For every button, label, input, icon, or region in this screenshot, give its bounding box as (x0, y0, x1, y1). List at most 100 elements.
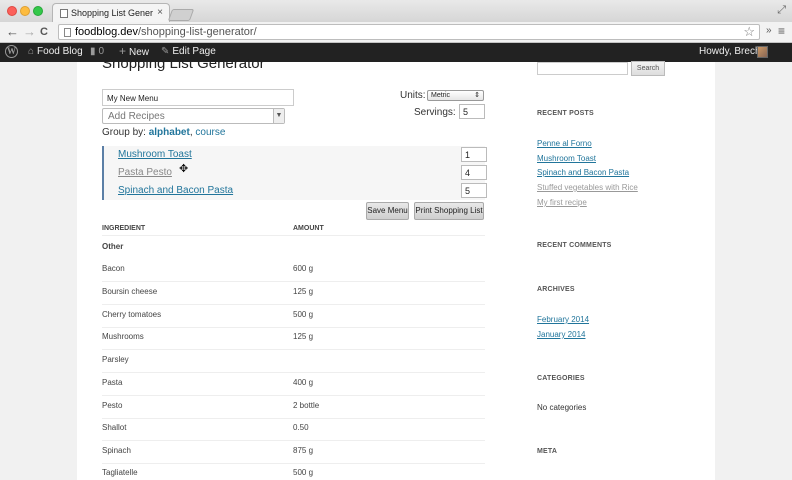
close-window-button[interactable] (7, 6, 17, 16)
recent-post-link[interactable]: My first recipe (537, 198, 587, 207)
ingredient-amount: 500 g (293, 468, 314, 477)
recipe-quantity-input[interactable]: 4 (461, 165, 487, 180)
no-categories-text: No categories (537, 403, 587, 412)
table-row: Parsley (102, 351, 485, 373)
ingredient-amount: 400 g (293, 378, 314, 387)
ingredient-amount: 2 bottle (293, 401, 320, 410)
howdy-label: Howdy, Brecht (699, 46, 764, 57)
recent-post-link[interactable]: Stuffed vegetables with Rice (537, 183, 638, 192)
wordpress-logo-icon[interactable]: W (5, 45, 18, 58)
ingredient-amount: 125 g (293, 287, 314, 296)
account-menu[interactable]: Howdy, Brecht (699, 46, 763, 57)
tab-close-icon[interactable]: × (157, 7, 163, 18)
ingredient-name: Shallot (102, 423, 127, 432)
ingredient-amount: 125 g (293, 332, 314, 341)
url-host: foodblog.dev (75, 26, 138, 38)
ingredients-table-header: INGREDIENT AMOUNT (102, 223, 485, 236)
avatar[interactable] (757, 46, 768, 58)
table-row: Mushrooms 125 g (102, 328, 485, 350)
units-value: Metric (431, 92, 451, 99)
servings-input[interactable]: 5 (459, 104, 485, 119)
home-icon: ⌂ (28, 46, 35, 57)
ingredient-name: Pesto (102, 401, 123, 410)
amount-column-header: AMOUNT (293, 225, 324, 232)
table-row: Bacon 600 g (102, 260, 485, 282)
table-row: Tagliatelle 500 g (102, 464, 485, 480)
ingredient-name: Pasta (102, 378, 123, 387)
minimize-window-button[interactable] (20, 6, 30, 16)
page-favicon-icon (60, 9, 68, 18)
forward-button[interactable]: → (23, 25, 36, 39)
group-by-label: Group by: (102, 127, 146, 138)
ingredient-column-header: INGREDIENT (102, 225, 146, 232)
recipe-quantity-input[interactable]: 5 (461, 183, 487, 198)
move-cursor-icon: ✥ (179, 163, 189, 175)
comment-bubble-icon: ▮ (90, 46, 96, 57)
sidebar-search-button[interactable]: Search (631, 61, 665, 76)
group-by: Group by: alphabet, course (102, 127, 225, 138)
table-row: Pesto 2 bottle (102, 397, 485, 419)
archive-link[interactable]: January 2014 (537, 330, 585, 339)
print-shopping-list-button[interactable]: Print Shopping List (414, 202, 484, 220)
tab-title: Shopping List Generator | Fo (71, 8, 153, 18)
ingredient-name: Boursin cheese (102, 287, 158, 296)
table-row: Pasta 400 g (102, 374, 485, 396)
url-text: foodblog.dev/shopping-list-generator/ (75, 26, 257, 38)
bookmark-star-icon[interactable]: ☆ (743, 24, 755, 40)
ingredient-amount: 600 g (293, 264, 314, 273)
recent-comments-heading: RECENT COMMENTS (537, 242, 612, 249)
browser-titlebar: Shopping List Generator | Fo × ⤢ (0, 0, 792, 22)
archive-link[interactable]: February 2014 (537, 315, 589, 324)
site-name-label: Food Blog (37, 46, 83, 57)
browser-menu-icon[interactable]: ≡ (778, 24, 785, 38)
table-row: Cherry tomatoes 500 g (102, 306, 485, 328)
save-menu-button[interactable]: Save Menu (366, 202, 409, 220)
fullscreen-icon[interactable]: ⤢ (777, 4, 786, 17)
extensions-overflow-icon[interactable]: » (766, 25, 772, 36)
sidebar-search-input[interactable] (537, 62, 628, 75)
categories-heading: CATEGORIES (537, 375, 585, 382)
dropdown-arrow-icon[interactable]: ▼ (273, 109, 284, 123)
ingredient-group-heading: Other (102, 242, 124, 251)
meta-heading: META (537, 448, 558, 455)
recipe-link[interactable]: Pasta Pesto (118, 167, 172, 178)
table-row: Boursin cheese 125 g (102, 283, 485, 305)
group-by-alphabet-link[interactable]: alphabet (149, 127, 190, 138)
ingredient-name: Spinach (102, 446, 131, 455)
units-select[interactable]: Metric ⇕ (427, 90, 484, 101)
browser-tab[interactable]: Shopping List Generator | Fo × (52, 3, 170, 22)
recent-post-link[interactable]: Penne al Forno (537, 139, 592, 148)
recent-post-link[interactable]: Spinach and Bacon Pasta (537, 168, 629, 177)
table-row: Shallot 0.50 (102, 419, 485, 441)
site-name-link[interactable]: ⌂ Food Blog (28, 46, 83, 57)
selected-recipes-list: Mushroom Toast 1 Pasta Pesto 4 Spinach a… (102, 146, 487, 201)
zoom-window-button[interactable] (33, 6, 43, 16)
recipe-quantity-input[interactable]: 1 (461, 147, 487, 162)
ingredient-amount: 0.50 (293, 423, 309, 432)
units-label: Units: (400, 90, 426, 101)
reload-button[interactable]: C (40, 25, 48, 39)
address-bar[interactable]: foodblog.dev/shopping-list-generator/ ☆ (58, 24, 760, 40)
group-by-course-link[interactable]: course (195, 127, 225, 138)
recipe-link[interactable]: Spinach and Bacon Pasta (118, 185, 233, 196)
table-row: Spinach 875 g (102, 442, 485, 464)
menu-name-input[interactable]: My New Menu (102, 89, 294, 106)
back-button[interactable]: ← (6, 25, 19, 39)
recent-posts-heading: RECENT POSTS (537, 110, 594, 117)
ingredient-name: Mushrooms (102, 332, 144, 341)
recipe-row[interactable]: Pasta Pesto 4 (102, 164, 487, 182)
select-caret-icon: ⇕ (474, 92, 480, 99)
ingredient-name: Cherry tomatoes (102, 310, 162, 319)
recipe-row[interactable]: Mushroom Toast 1 (102, 146, 487, 164)
url-path: /shopping-list-generator/ (138, 26, 257, 38)
add-recipes-select[interactable]: Add Recipes ▼ (102, 108, 285, 124)
servings-label: Servings: (414, 107, 456, 118)
recipe-link[interactable]: Mushroom Toast (118, 149, 192, 160)
recent-post-link[interactable]: Mushroom Toast (537, 154, 596, 163)
recipe-row[interactable]: Spinach and Bacon Pasta 5 (102, 182, 487, 200)
ingredient-name: Tagliatelle (102, 468, 138, 477)
new-tab-button[interactable] (167, 9, 195, 21)
page-icon (64, 28, 71, 37)
add-recipes-placeholder: Add Recipes (108, 111, 165, 122)
ingredient-amount: 875 g (293, 446, 314, 455)
